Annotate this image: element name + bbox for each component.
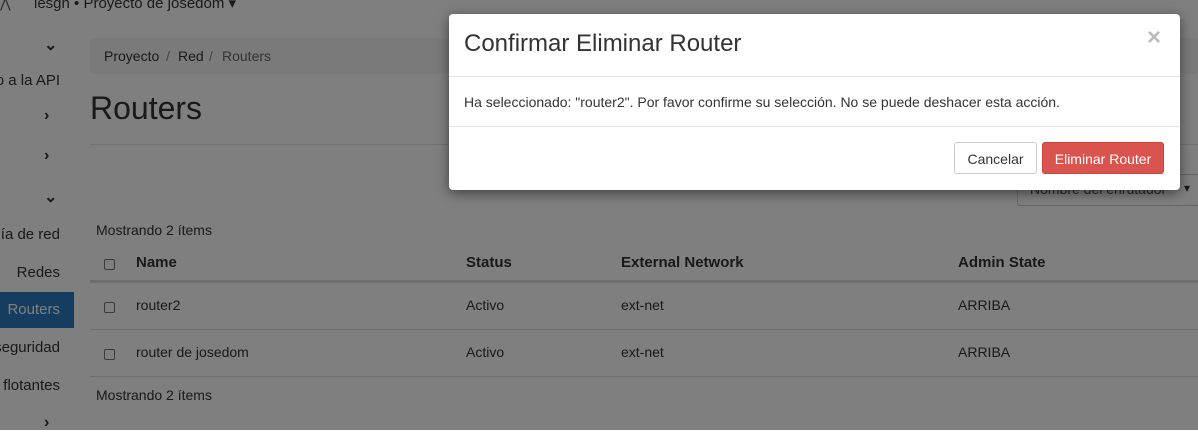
close-icon[interactable]: × bbox=[1147, 24, 1161, 52]
confirm-message: Ha seleccionado: "router2". Por favor co… bbox=[464, 94, 1060, 110]
delete-router-button[interactable]: Eliminar Router bbox=[1042, 142, 1164, 174]
modal-body: Ha seleccionado: "router2". Por favor co… bbox=[449, 77, 1180, 127]
modal-header: Confirmar Eliminar Router × bbox=[449, 14, 1180, 77]
confirm-delete-modal: Confirmar Eliminar Router × Ha seleccion… bbox=[449, 14, 1180, 190]
cancel-button[interactable]: Cancelar bbox=[954, 142, 1037, 174]
modal-title: Confirmar Eliminar Router bbox=[464, 30, 742, 57]
